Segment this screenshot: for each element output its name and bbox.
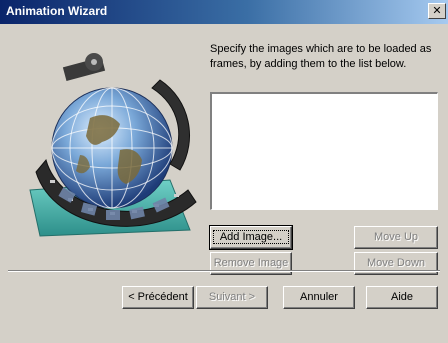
cancel-button[interactable]: Annuler [283,286,355,309]
move-up-label: Move Up [373,231,419,243]
next-label: Suivant > [208,291,256,303]
close-icon: ✕ [432,4,442,17]
window-title: Animation Wizard [6,4,108,18]
add-image-label: Add Image... [212,230,290,244]
back-button[interactable]: < Précédent [122,286,194,309]
instructions-text: Specify the images which are to be loade… [210,43,432,70]
close-button[interactable]: ✕ [428,3,446,19]
add-image-button[interactable]: Add Image... [209,225,293,250]
separator [8,270,440,272]
image-list[interactable] [210,92,438,210]
move-up-button[interactable]: Move Up [354,226,438,249]
help-label: Aide [390,291,414,303]
help-button[interactable]: Aide [366,286,438,309]
animation-wizard-dialog: Animation Wizard ✕ Specify the images wh… [0,0,448,343]
back-label: < Précédent [128,291,188,303]
move-down-label: Move Down [366,257,426,269]
next-button[interactable]: Suivant > [196,286,268,309]
cancel-label: Annuler [300,291,338,303]
globe-with-film-strip-icon [20,40,210,250]
remove-image-label: Remove Image [213,257,289,269]
title-bar[interactable]: Animation Wizard ✕ [0,0,448,24]
